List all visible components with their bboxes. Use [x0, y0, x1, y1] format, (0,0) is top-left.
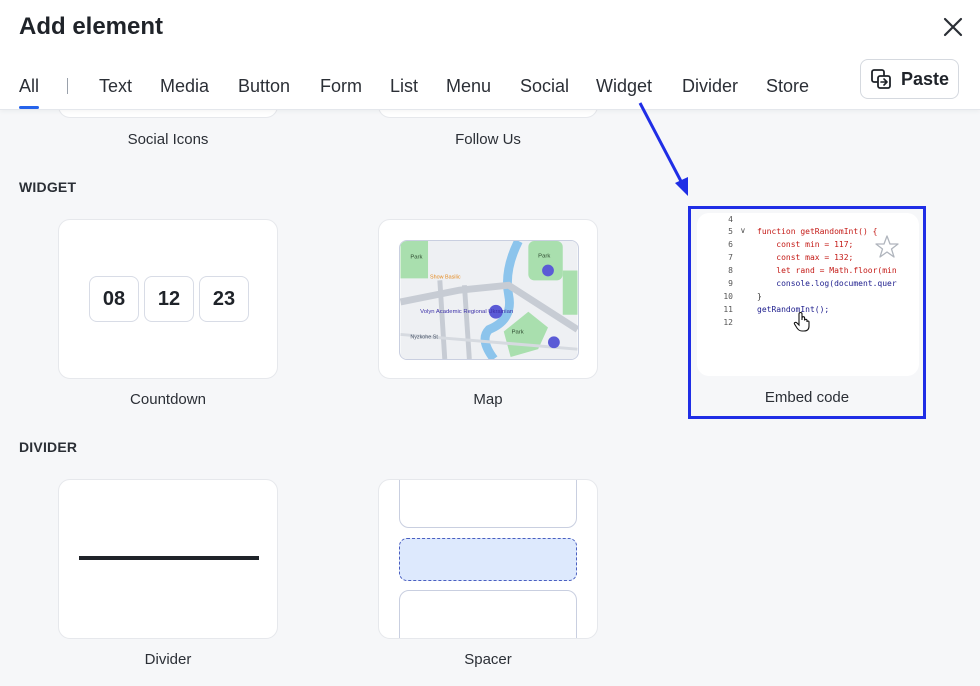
code-line: let rand = Math.floor(min: [757, 266, 897, 275]
divider-line-preview: [79, 556, 259, 560]
embed-code-label: Embed code: [764, 389, 850, 406]
map-place-label: Show Basilic: [430, 274, 461, 280]
countdown-seconds: 23: [199, 276, 249, 322]
tab-list[interactable]: List: [390, 76, 418, 97]
code-line-number: 10: [723, 292, 733, 301]
close-button[interactable]: [940, 14, 966, 40]
code-line-number: 8: [728, 266, 733, 275]
widget-section-title: WIDGET: [19, 179, 77, 195]
tab-divider[interactable]: Divider: [682, 76, 738, 97]
countdown-minutes: 12: [144, 276, 194, 322]
map-venue-label: Volyn Academic Regional Ukrainian: [420, 309, 513, 315]
code-line: const max = 132;: [757, 253, 854, 262]
spacer-bottom-block: [399, 590, 577, 638]
code-line-number: 11: [723, 305, 733, 314]
paste-label: Paste: [900, 68, 950, 89]
hand-cursor-icon: [793, 311, 810, 332]
code-line: function getRandomInt() {: [757, 227, 878, 236]
spacer-top-block: [399, 480, 577, 528]
divider-section-title: DIVIDER: [19, 439, 78, 455]
dialog-title: Add element: [19, 13, 164, 40]
paste-icon: [871, 69, 891, 89]
code-line-number: 6: [728, 240, 733, 249]
map-park-label-2: Park: [538, 254, 550, 260]
tab-social[interactable]: Social: [520, 76, 569, 97]
code-line-number: 9: [728, 279, 733, 288]
paste-button[interactable]: Paste: [860, 59, 959, 99]
countdown-card[interactable]: 08 12 23: [58, 219, 278, 379]
code-line: const min = 117;: [757, 240, 854, 249]
map-preview: Park Park Park Show Basilic Volyn Academ…: [399, 240, 579, 360]
star-icon: [875, 235, 899, 258]
map-street-label: Nyzkohe St: [410, 334, 438, 340]
map-label: Map: [473, 391, 503, 408]
arrow-annotation-icon: [638, 102, 688, 196]
dialog-header: Add element All Text Media Button Form L…: [0, 0, 980, 110]
map-park-label-3: Park: [512, 329, 524, 335]
tab-text[interactable]: Text: [99, 76, 132, 97]
code-line: console.log(document.quer: [757, 279, 897, 288]
close-icon: [943, 17, 963, 37]
divider-card[interactable]: [58, 479, 278, 639]
tab-media[interactable]: Media: [160, 76, 209, 97]
countdown-hours: 08: [89, 276, 139, 322]
code-line-number: 4: [728, 215, 733, 224]
spacer-label: Spacer: [464, 651, 512, 668]
embed-code-card[interactable]: 4 5 6 7 8 9 10 11 12 ∨ function getRando…: [697, 213, 919, 376]
spacer-gap-block: [399, 538, 577, 581]
tab-store[interactable]: Store: [766, 76, 809, 97]
tab-bar: All Text Media Button Form List Menu Soc…: [0, 72, 840, 110]
follow-us-label: Follow Us: [455, 131, 521, 148]
tab-widget[interactable]: Widget: [596, 76, 652, 97]
code-line: }: [757, 292, 762, 301]
map-card[interactable]: Park Park Park Show Basilic Volyn Academ…: [378, 219, 598, 379]
tab-button[interactable]: Button: [238, 76, 290, 97]
code-line-number: 12: [723, 318, 733, 327]
tab-menu[interactable]: Menu: [446, 76, 491, 97]
code-line-number: 5: [728, 227, 733, 236]
fold-chevron-icon: ∨: [740, 226, 746, 235]
divider-label: Divider: [144, 651, 192, 668]
tab-form[interactable]: Form: [320, 76, 362, 97]
social-icons-label: Social Icons: [127, 131, 209, 148]
spacer-card[interactable]: [378, 479, 598, 639]
map-park-label-1: Park: [410, 255, 422, 261]
code-line-number: 7: [728, 253, 733, 262]
countdown-label: Countdown: [130, 391, 206, 408]
tab-all[interactable]: All: [19, 76, 40, 109]
tab-separator: [67, 78, 68, 94]
